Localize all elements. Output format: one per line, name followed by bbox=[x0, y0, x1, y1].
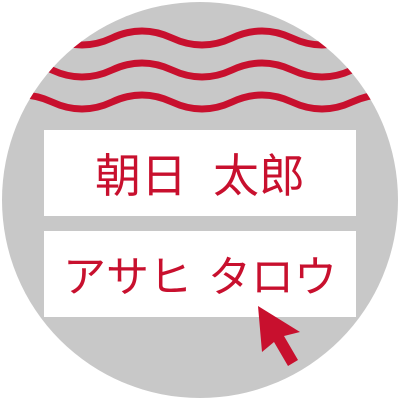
wavy-lines-icon bbox=[2, 27, 398, 113]
name-kanji-family: 朝日 bbox=[95, 149, 187, 203]
name-kana-given: タロウ bbox=[208, 253, 337, 303]
name-kanji-given: 太郎 bbox=[213, 149, 305, 203]
name-kana-family: アサヒ bbox=[63, 253, 192, 303]
mouse-pointer-icon bbox=[258, 306, 300, 366]
name-input-badge: 朝日 太郎 アサヒ タロウ bbox=[2, 2, 398, 398]
name-kanji-field[interactable]: 朝日 太郎 bbox=[44, 130, 356, 216]
